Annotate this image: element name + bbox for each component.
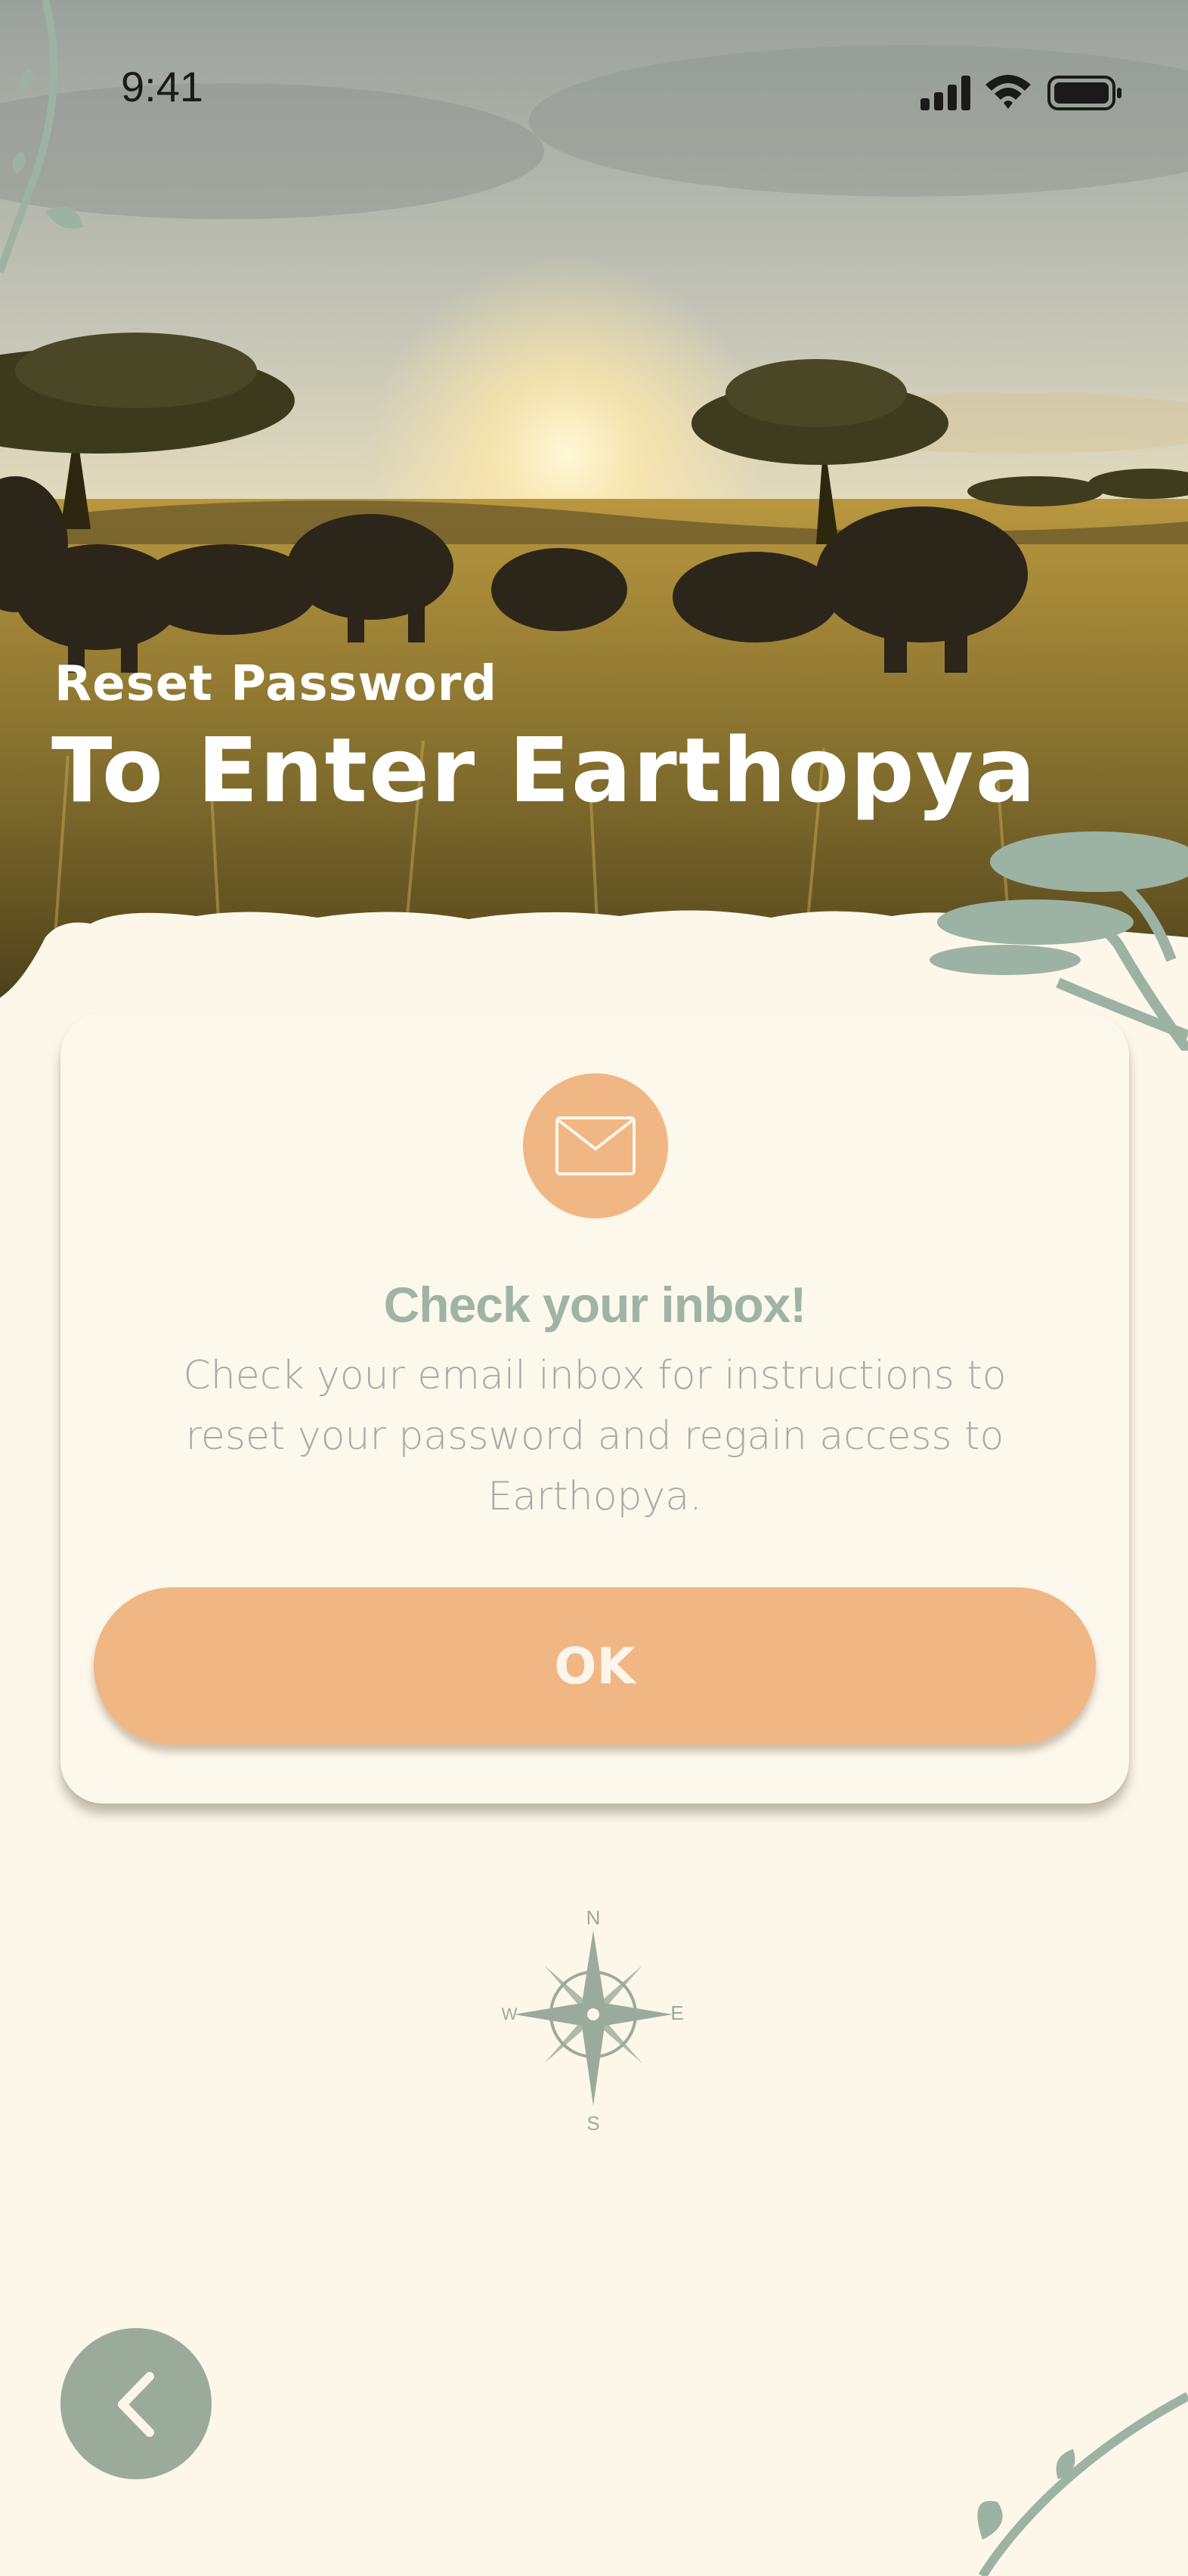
status-time: 9:41	[121, 63, 203, 110]
hero-banner: 9:41 Reset Password To Enter Earthopya	[0, 0, 1188, 1073]
compass-e: E	[670, 2002, 683, 2024]
card-body: Check your email inbox for instructions …	[183, 1353, 1007, 1519]
compass-rose-icon: N S E W	[502, 1906, 684, 2132]
vine-decoration	[977, 2392, 1188, 2576]
mail-badge	[523, 1073, 668, 1218]
hero-title: To Enter Earthopya	[51, 718, 1038, 822]
status-bar: 9:41	[0, 0, 1188, 181]
back-button[interactable]	[60, 2328, 212, 2479]
card-title: Check your inbox!	[383, 1277, 807, 1333]
ok-button[interactable]: OK	[94, 1587, 1096, 1745]
chevron-left-icon	[118, 2372, 154, 2437]
compass-n: N	[586, 1906, 601, 1929]
hero-subtitle: Reset Password	[54, 656, 498, 712]
status-icons	[920, 75, 1121, 110]
battery-icon	[1047, 76, 1121, 110]
reset-password-screen: 9:41 Reset Password To Enter Earthopya C…	[0, 0, 1188, 2576]
mail-icon	[555, 1116, 636, 1175]
compass-w: W	[502, 2005, 518, 2023]
cellular-signal-icon	[920, 76, 970, 110]
wifi-icon	[985, 75, 1031, 109]
compass-s: S	[586, 2112, 599, 2132]
inbox-notice-card: Check your inbox! Check your email inbox…	[60, 1013, 1129, 1804]
